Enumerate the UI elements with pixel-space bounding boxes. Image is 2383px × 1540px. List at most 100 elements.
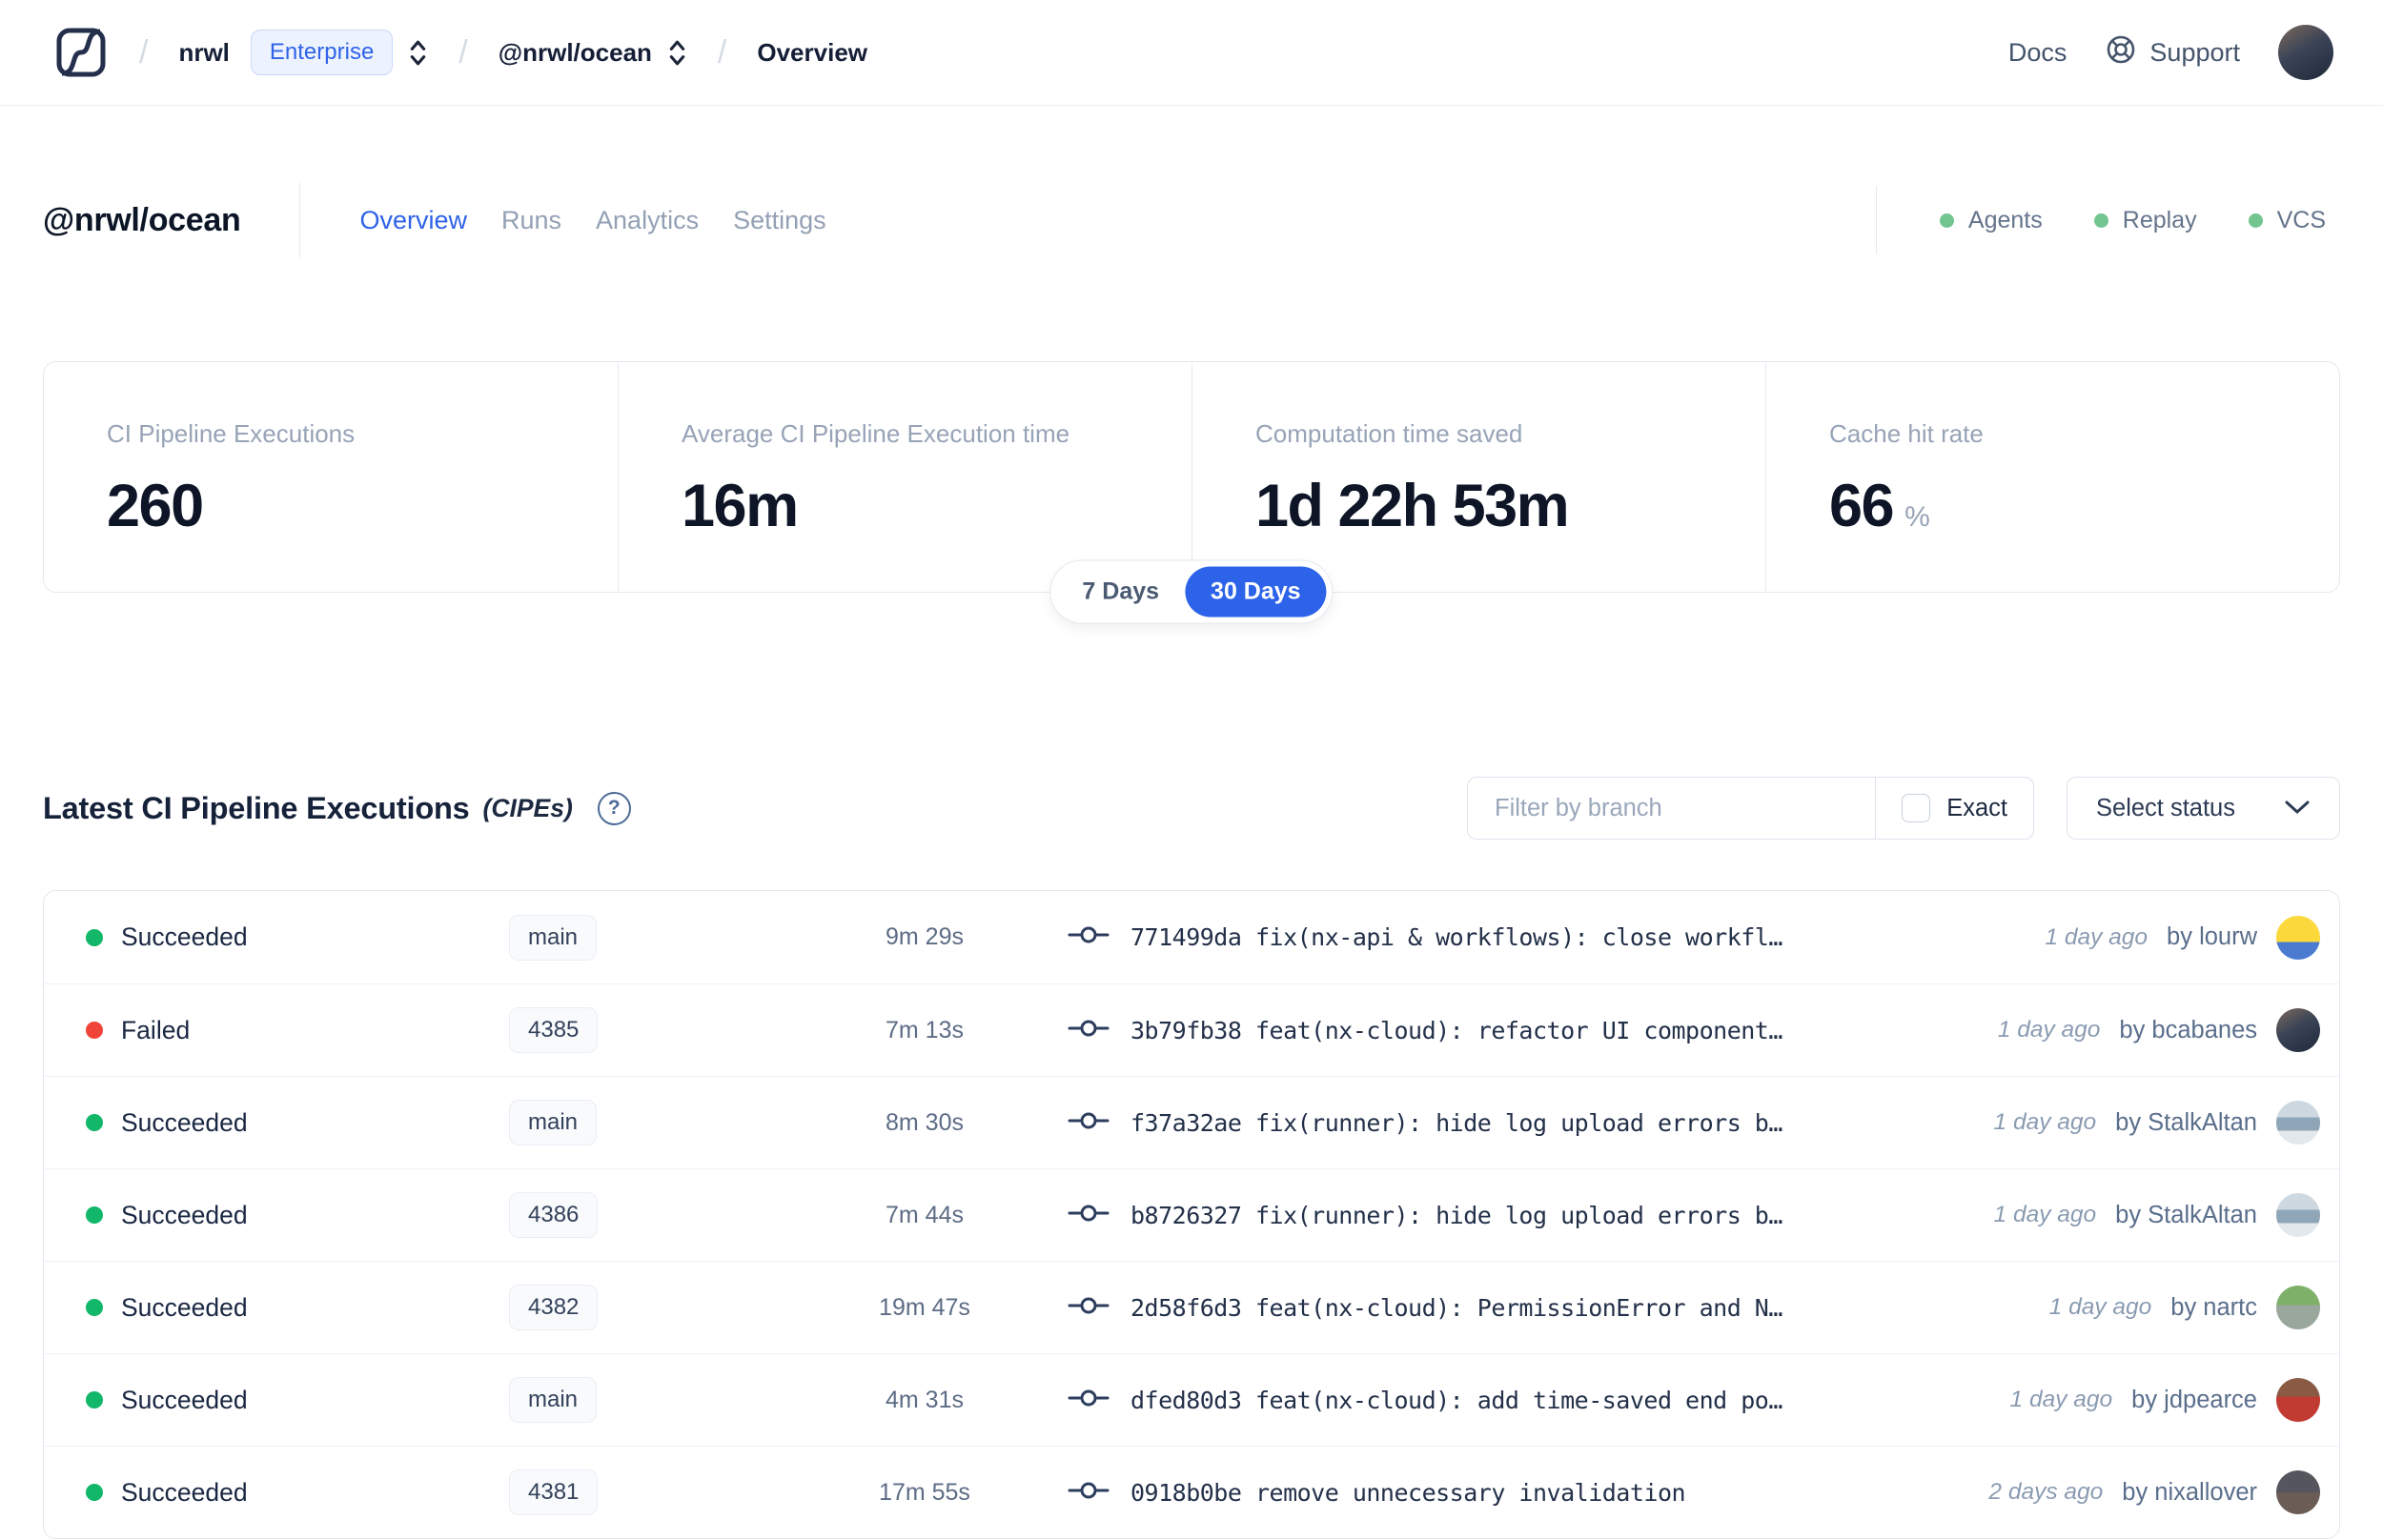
avatar [2276,1470,2320,1514]
git-commit-icon [1068,1478,1110,1508]
support-link[interactable]: Support [2105,33,2240,72]
tab-runs[interactable]: Runs [501,206,561,235]
enterprise-badge[interactable]: Enterprise [250,30,394,75]
breadcrumb-separator: / [139,33,149,71]
branch-badge: 4386 [509,1192,599,1238]
divider [299,183,301,257]
service-label: Agents [1967,206,2043,233]
duration: 7m 44s [886,1201,964,1228]
status-dot-icon [1939,213,1954,228]
status-dot-icon [86,1206,103,1224]
table-row[interactable]: Succeeded main 8m 30s f37a32ae fix(runne… [44,1076,2339,1168]
avatar [2276,1193,2320,1237]
select-status-dropdown[interactable]: Select status [2067,777,2340,840]
service-label: VCS [2276,206,2326,233]
breadcrumb-org[interactable]: nrwl [178,38,229,68]
exact-checkbox[interactable] [1902,794,1931,822]
cipe-table: Succeeded main 9m 29s 771499da fix(nx-ap… [43,890,2340,1539]
select-status-label: Select status [2096,794,2235,821]
commit-message: 3b79fb38 feat(nx-cloud): refactor UI com… [1130,1016,1782,1044]
status-label: Failed [121,1015,191,1044]
stat-label: Computation time saved [1255,419,1523,448]
nx-cloud-dashboard: / nrwl Enterprise / @nrwl/ocean / Overvi… [0,0,2383,1540]
table-row[interactable]: Failed 4385 7m 13s 3b79fb38 feat(nx-clou… [44,983,2339,1076]
table-row[interactable]: Succeeded 4382 19m 47s 2d58f6d3 feat(nx-… [44,1261,2339,1353]
service-vcs[interactable]: VCS [2248,206,2326,234]
status-dot-icon [2093,213,2108,228]
duration: 4m 31s [886,1386,964,1413]
stat-value: 260 [107,473,204,539]
stat-ci-pipeline-executions: CI Pipeline Executions 260 [44,362,618,592]
table-filters: Exact Select status [1467,777,2340,840]
time-ago: 1 day ago [2045,923,2149,950]
author: by jdpearce [2131,1386,2257,1413]
cipe-section-header: Latest CI Pipeline Executions (CIPEs) ? … [43,777,2340,840]
table-row[interactable]: Succeeded main 9m 29s 771499da fix(nx-ap… [44,891,2339,983]
breadcrumb-page: Overview [757,37,868,67]
org-switcher-chevron-up-down-icon[interactable] [408,38,428,68]
branch-filter-input[interactable] [1468,778,1876,839]
commit-message: f37a32ae fix(runner): hide log upload er… [1130,1108,1782,1137]
branch-badge: 4382 [509,1285,599,1330]
toggle-30-days[interactable]: 30 Days [1185,566,1327,618]
service-agents[interactable]: Agents [1939,206,2043,234]
branch-badge: main [509,914,598,961]
tab-analytics[interactable]: Analytics [596,206,699,235]
commit-message: 0918b0be remove unnecessary invalidation [1130,1478,1686,1507]
stat-suffix: % [1904,501,1930,533]
workspace-tabs: Overview Runs Analytics Settings [359,206,825,235]
stat-value: 1d 22h 53m [1255,473,1570,539]
breadcrumb-workspace[interactable]: @nrwl/ocean [499,38,652,68]
author: by bcabanes [2119,1016,2257,1044]
divider [1875,186,1877,254]
service-label: Replay [2122,206,2197,233]
git-commit-icon [1068,1386,1110,1415]
section-subtitle: (CIPEs) [482,793,573,822]
avatar [2276,1378,2320,1422]
breadcrumb-separator: / [717,33,727,71]
git-commit-icon [1068,922,1110,952]
time-ago: 1 day ago [1993,1202,2097,1227]
status-dot-icon [86,1022,103,1039]
workspace-title: @nrwl/ocean [43,201,241,238]
branch-badge: 4381 [509,1469,599,1515]
breadcrumb-separator: / [458,33,468,71]
author: by StalkAltan [2115,1108,2257,1136]
table-row[interactable]: Succeeded 4386 7m 44s b8726327 fix(runne… [44,1168,2339,1261]
status-dot-icon [86,1299,103,1316]
docs-link[interactable]: Docs [2008,38,2067,68]
git-commit-icon [1068,1108,1110,1138]
user-avatar[interactable] [2278,25,2333,80]
stat-label: Cache hit rate [1829,419,1984,448]
status-label: Succeeded [121,1292,248,1322]
avatar [2276,1101,2320,1145]
tab-settings[interactable]: Settings [733,206,826,235]
nx-cloud-logo-icon[interactable] [53,25,109,80]
git-commit-icon [1068,1016,1110,1045]
author: by StalkAltan [2115,1201,2257,1228]
status-label: Succeeded [121,1477,248,1507]
service-replay[interactable]: Replay [2093,206,2197,234]
status-label: Succeeded [121,1385,248,1414]
git-commit-icon [1068,1293,1110,1323]
branch-badge: main [509,1100,598,1145]
workspace-switcher-chevron-up-down-icon[interactable] [667,38,687,68]
commit-message: b8726327 fix(runner): hide log upload er… [1130,1201,1782,1229]
support-label: Support [2149,37,2240,67]
help-question-circle-icon[interactable]: ? [597,791,631,825]
branch-filter-group: Exact [1467,777,2034,840]
stat-label: CI Pipeline Executions [107,419,356,448]
time-ago: 2 days ago [1988,1479,2104,1505]
workspace-services: Agents Replay VCS [1875,186,2326,254]
stats-cards: CI Pipeline Executions 260 Average CI Pi… [43,361,2340,624]
table-row[interactable]: Succeeded main 4m 31s dfed80d3 feat(nx-c… [44,1353,2339,1446]
status-label: Succeeded [121,922,248,951]
time-ago: 1 day ago [1993,1109,2097,1135]
toggle-7-days[interactable]: 7 Days [1056,567,1185,618]
chevron-down-icon [2284,795,2311,822]
duration: 8m 30s [886,1108,964,1136]
status-dot-icon [86,1484,103,1501]
tab-overview[interactable]: Overview [359,206,467,235]
stat-computation-time-saved: Computation time saved 1d 22h 53m [1192,362,1765,592]
table-row[interactable]: Succeeded 4381 17m 55s 0918b0be remove u… [44,1446,2339,1538]
